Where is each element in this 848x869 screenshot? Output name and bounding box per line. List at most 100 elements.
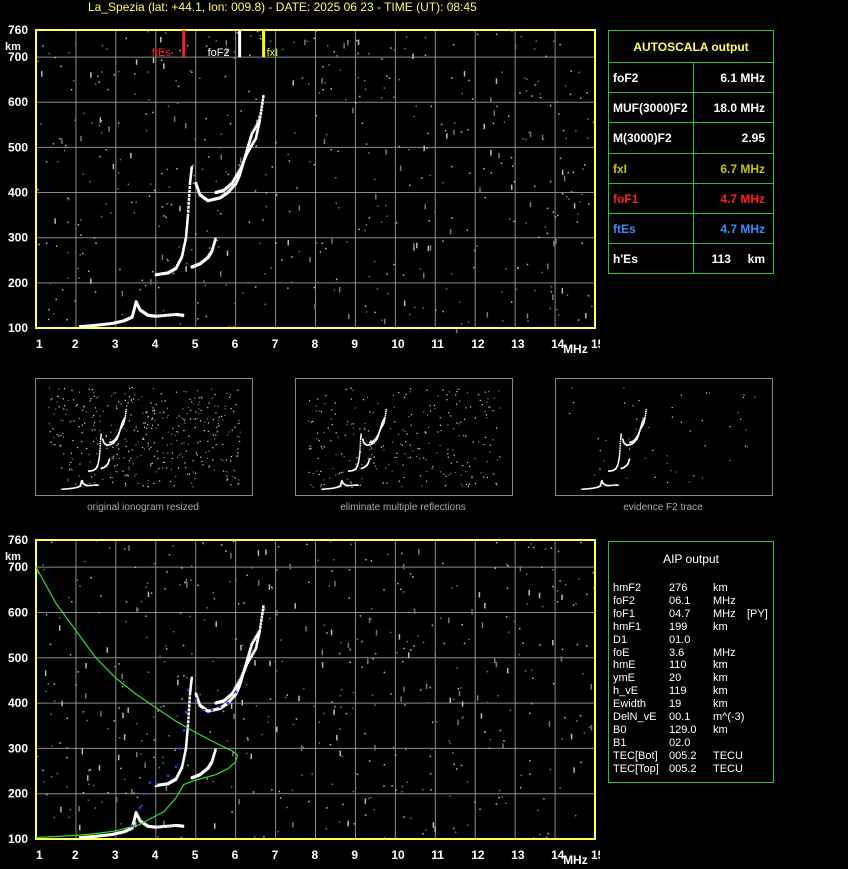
noise-dot [158, 766, 160, 769]
noise-dot [429, 686, 431, 689]
noise-dot [538, 236, 540, 238]
noise-dot [559, 787, 561, 789]
noise-dot [512, 165, 514, 167]
noise-dot [291, 789, 294, 792]
noise-dot [225, 474, 227, 477]
noise-dot [173, 485, 175, 487]
noise-dot [326, 807, 328, 809]
noise-dot [522, 138, 524, 140]
noise-dot [395, 222, 398, 224]
noise-dot [255, 145, 257, 147]
noise-dot [122, 712, 124, 719]
noise-dot [125, 792, 127, 795]
noise-dot [332, 467, 334, 469]
noise-dot [142, 412, 144, 414]
autoscala-label: ftEs [613, 222, 636, 236]
noise-dot [323, 431, 325, 434]
echo-point [181, 313, 185, 317]
noise-dot [525, 222, 527, 224]
noise-dot [401, 552, 403, 555]
noise-dot [43, 781, 45, 783]
noise-dot [453, 698, 455, 700]
echo-point [97, 460, 100, 462]
noise-dot [212, 591, 214, 594]
noise-dot [402, 563, 405, 570]
noise-dot [95, 411, 98, 413]
noise-dot [556, 100, 559, 103]
noise-dot [404, 704, 406, 706]
echo-point [260, 105, 264, 109]
noise-dot [237, 448, 239, 450]
noise-dot [198, 401, 201, 403]
noise-dot [329, 477, 331, 479]
x-tick-label: 13 [511, 848, 525, 862]
echo-point [261, 608, 265, 612]
noise-dot [50, 713, 52, 715]
x-tick-label: 1 [36, 337, 43, 351]
noise-dot [442, 389, 444, 391]
noise-dot [48, 406, 50, 409]
noise-dot [558, 113, 560, 115]
noise-dot [308, 800, 310, 803]
noise-dot [552, 639, 554, 646]
noise-dot [271, 166, 274, 168]
noise-dot [553, 240, 555, 247]
noise-dot [157, 710, 159, 712]
noise-dot [552, 40, 555, 43]
noise-dot [165, 216, 167, 218]
noise-dot [331, 238, 333, 244]
echo-point [261, 101, 264, 105]
noise-dot [135, 201, 137, 204]
noise-dot [185, 266, 187, 272]
noise-dot [237, 422, 239, 425]
noise-dot [315, 114, 317, 117]
noise-dot [72, 399, 75, 401]
noise-dot [162, 452, 164, 454]
aip-value: 02.0 [669, 736, 691, 749]
noise-dot [185, 466, 187, 469]
noise-dot [197, 403, 200, 406]
noise-dot [123, 456, 125, 459]
noise-dot [92, 784, 95, 787]
noise-dot [373, 808, 375, 811]
echo-point [613, 484, 616, 486]
noise-dot [342, 803, 344, 806]
noise-dot [58, 435, 60, 437]
echo-point [97, 464, 99, 466]
noise-dot [368, 617, 371, 623]
noise-dot [433, 404, 436, 406]
aip-row: B0 129.0 km [613, 724, 769, 737]
noise-dot [134, 566, 137, 569]
echo-point [609, 484, 611, 487]
noise-dot [125, 621, 127, 623]
noise-dot [498, 152, 500, 159]
noise-dot [280, 639, 282, 641]
noise-dot [179, 49, 181, 52]
noise-dot [374, 311, 376, 314]
noise-dot [398, 634, 401, 640]
noise-dot [62, 436, 65, 438]
noise-dot [142, 437, 144, 439]
noise-dot [276, 726, 278, 733]
noise-dot [205, 451, 207, 454]
noise-dot [495, 78, 498, 84]
noise-dot [61, 467, 63, 469]
echo-point [619, 440, 622, 443]
y-tick-label: 500 [8, 140, 28, 154]
noise-dot [436, 452, 438, 454]
echo-point [618, 454, 621, 456]
noise-dot [183, 442, 185, 444]
noise-dot [226, 476, 228, 478]
aip-point [210, 708, 214, 712]
noise-dot [56, 772, 59, 775]
noise-dot [428, 442, 430, 444]
noise-dot [447, 424, 449, 426]
noise-dot [440, 123, 443, 126]
noise-dot [178, 425, 180, 427]
noise-dot [71, 469, 73, 471]
noise-dot [237, 454, 239, 456]
noise-dot [493, 110, 496, 117]
noise-dot [208, 247, 211, 249]
noise-dot [63, 149, 66, 152]
noise-dot [135, 444, 137, 446]
